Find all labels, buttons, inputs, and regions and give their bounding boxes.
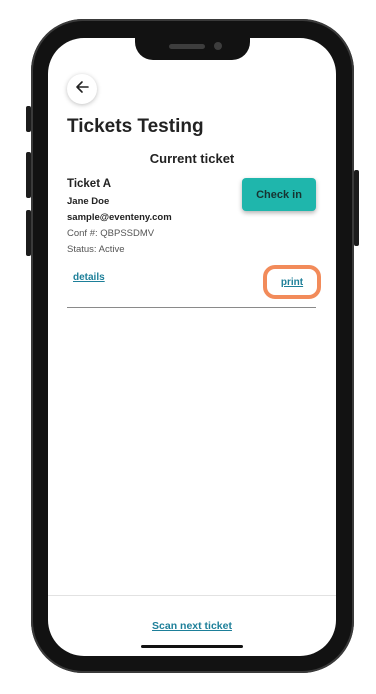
app-screen: Tickets Testing Current ticket Ticket A … (48, 38, 336, 656)
ticket-holder: Jane Doe (67, 196, 110, 207)
notch (135, 38, 250, 60)
ticket-name: Ticket A (67, 178, 112, 190)
power-button (354, 170, 359, 246)
ticket-divider (67, 307, 316, 308)
back-button[interactable] (67, 74, 97, 104)
print-link[interactable]: print (281, 277, 303, 288)
home-indicator (141, 645, 243, 648)
arrow-left-icon (75, 80, 89, 99)
current-ticket-heading: Current ticket (149, 151, 235, 166)
ticket-email: sample@eventeny.com (67, 212, 172, 223)
ticket-status: Status: Active (67, 244, 125, 255)
camera (214, 42, 222, 50)
page-title: Tickets Testing (67, 116, 204, 137)
details-link[interactable]: details (73, 272, 105, 283)
scan-next-ticket-link[interactable]: Scan next ticket (48, 620, 336, 632)
confirmation-number: Conf #: QBPSSDMV (67, 228, 155, 239)
footer-divider (48, 595, 336, 596)
check-in-button[interactable]: Check in (242, 178, 316, 211)
speaker (169, 44, 205, 49)
print-highlight: print (263, 265, 321, 299)
